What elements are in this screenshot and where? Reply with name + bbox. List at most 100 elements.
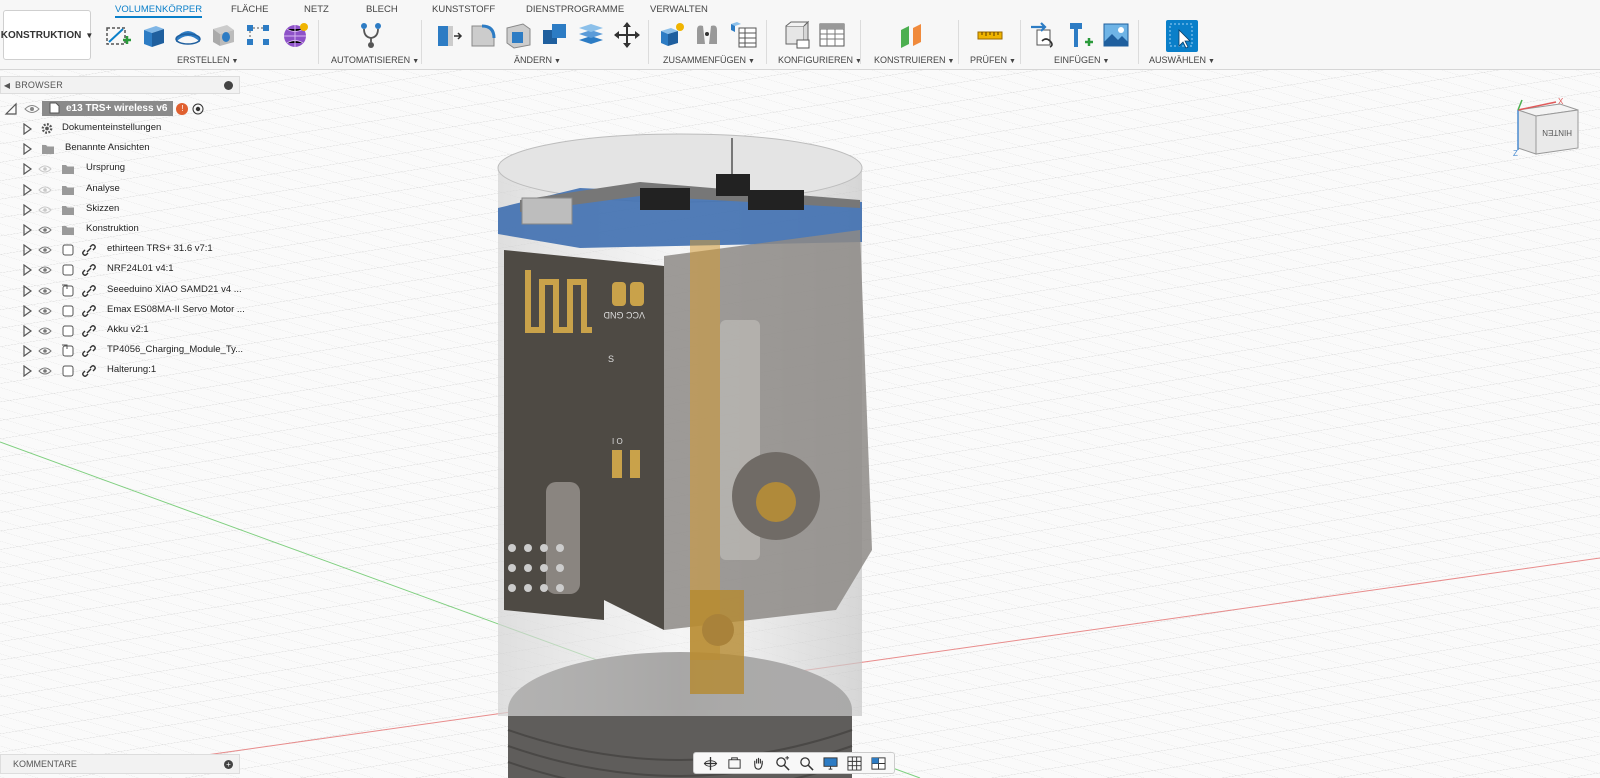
expand-triangle-icon[interactable] bbox=[21, 123, 33, 135]
tree-item-label: ethirteen TRS+ 31.6 v7:1 bbox=[107, 243, 213, 255]
workspace-dropdown[interactable]: KONSTRUKTION ▼ bbox=[1, 10, 93, 60]
component-icon bbox=[62, 305, 74, 317]
group-erstellen[interactable]: ERSTELLEN ▼ bbox=[177, 55, 238, 65]
folder-icon bbox=[62, 226, 74, 235]
group-konstruieren[interactable]: KONSTRUIEREN ▼ bbox=[874, 55, 954, 65]
tab-blech[interactable]: BLECH bbox=[366, 3, 398, 18]
measure-icon[interactable] bbox=[975, 20, 1005, 50]
extrude-icon[interactable] bbox=[138, 20, 168, 50]
group-konfigurieren[interactable]: KONFIGURIEREN ▼ bbox=[778, 55, 862, 65]
document-icon bbox=[49, 102, 60, 114]
automate-icon[interactable] bbox=[356, 20, 386, 50]
eye-icon[interactable] bbox=[38, 245, 52, 255]
eye-icon[interactable] bbox=[38, 346, 52, 356]
tree-expand-icon[interactable] bbox=[4, 102, 18, 116]
toolbar-separator bbox=[958, 20, 959, 64]
toolbar-separator bbox=[766, 20, 767, 64]
activate-radio-icon[interactable] bbox=[192, 103, 204, 115]
group-automatisieren[interactable]: AUTOMATISIEREN ▼ bbox=[331, 55, 419, 65]
expand-triangle-icon[interactable] bbox=[21, 203, 33, 216]
tab-netz[interactable]: NETZ bbox=[304, 3, 329, 18]
warning-badge-icon[interactable]: ! bbox=[176, 102, 189, 115]
pattern-icon[interactable] bbox=[243, 20, 273, 50]
shell-icon[interactable] bbox=[503, 20, 533, 50]
tab-kunststoff[interactable]: KUNSTSTOFF bbox=[432, 3, 495, 18]
tree-item-label: Seeeduino XIAO SAMD21 v4 ... bbox=[107, 283, 242, 295]
bom-table-icon[interactable] bbox=[728, 20, 758, 50]
fillet-icon[interactable] bbox=[468, 20, 498, 50]
group-pruefen[interactable]: PRÜFEN ▼ bbox=[970, 55, 1016, 65]
eye-icon[interactable] bbox=[38, 306, 52, 316]
offset-face-icon[interactable] bbox=[576, 20, 606, 50]
eye-icon[interactable] bbox=[38, 265, 52, 275]
tab-flaeche[interactable]: FLÄCHE bbox=[231, 3, 268, 18]
eye-icon[interactable] bbox=[38, 326, 52, 336]
expand-triangle-icon[interactable] bbox=[21, 183, 33, 196]
eye-icon[interactable] bbox=[38, 286, 52, 296]
group-einfuegen[interactable]: EINFÜGEN ▼ bbox=[1054, 55, 1109, 65]
browser-root-item[interactable]: e13 TRS+ wireless v6 ! bbox=[0, 100, 204, 117]
add-comment-icon[interactable]: + bbox=[224, 759, 233, 769]
browser-options-icon[interactable] bbox=[224, 80, 233, 90]
configuration-table-icon[interactable] bbox=[817, 20, 847, 50]
hole-icon[interactable] bbox=[208, 20, 238, 50]
collapse-icon[interactable]: ◀ bbox=[1, 81, 13, 90]
new-component-icon[interactable] bbox=[657, 20, 687, 50]
insert-derive-icon[interactable] bbox=[1029, 20, 1059, 50]
configure-icon[interactable] bbox=[781, 20, 811, 50]
expand-triangle-icon[interactable] bbox=[21, 345, 33, 358]
eye-icon[interactable] bbox=[38, 225, 52, 235]
eye-icon[interactable] bbox=[24, 103, 40, 115]
tree-item-label: Akku v2:1 bbox=[107, 324, 149, 335]
eye-icon[interactable] bbox=[38, 205, 52, 215]
offset-plane-icon[interactable] bbox=[896, 20, 926, 50]
browser-panel-header[interactable]: ◀ BROWSER bbox=[0, 76, 240, 94]
tab-verwalten[interactable]: VERWALTEN bbox=[650, 3, 708, 18]
eye-icon[interactable] bbox=[38, 164, 52, 174]
move-icon[interactable] bbox=[612, 20, 642, 50]
zoom-icon[interactable] bbox=[774, 755, 790, 771]
toolbar-separator bbox=[860, 20, 861, 64]
group-aendern[interactable]: ÄNDERN ▼ bbox=[514, 55, 561, 65]
joint-icon[interactable] bbox=[692, 20, 722, 50]
link-icon bbox=[82, 325, 96, 337]
comments-panel[interactable]: KOMMENTARE + bbox=[0, 754, 240, 774]
expand-triangle-icon[interactable] bbox=[21, 143, 33, 156]
eye-icon[interactable] bbox=[38, 185, 52, 195]
expand-triangle-icon[interactable] bbox=[21, 284, 33, 297]
expand-triangle-icon[interactable] bbox=[21, 365, 33, 378]
model-assembly[interactable]: VCC GND S I O bbox=[497, 133, 872, 778]
form-icon[interactable] bbox=[280, 20, 310, 50]
pan-icon[interactable] bbox=[750, 755, 766, 771]
ground-grid: VCC GND S I O bbox=[0, 70, 1600, 778]
press-pull-icon[interactable] bbox=[433, 20, 463, 50]
view-cube[interactable]: X Z HINTEN bbox=[1512, 96, 1584, 164]
select-icon[interactable] bbox=[1166, 20, 1198, 52]
group-auswaehlen[interactable]: AUSWÄHLEN ▼ bbox=[1149, 55, 1215, 65]
expand-triangle-icon[interactable] bbox=[21, 325, 33, 337]
eye-icon[interactable] bbox=[38, 366, 52, 376]
viewports-icon[interactable] bbox=[870, 755, 886, 771]
grid-settings-icon[interactable] bbox=[846, 755, 862, 771]
expand-triangle-icon[interactable] bbox=[21, 244, 33, 257]
revolve-icon[interactable] bbox=[173, 20, 203, 50]
expand-triangle-icon[interactable] bbox=[21, 224, 33, 236]
combine-icon[interactable] bbox=[540, 20, 570, 50]
expand-triangle-icon[interactable] bbox=[21, 264, 33, 277]
3d-viewport[interactable]: VCC GND S I O bbox=[0, 70, 1600, 778]
insert-canvas-icon[interactable] bbox=[1101, 20, 1131, 50]
fit-icon[interactable] bbox=[798, 755, 814, 771]
tab-dienstprogramme[interactable]: DIENSTPROGRAMME bbox=[526, 3, 624, 18]
expand-triangle-icon[interactable] bbox=[21, 304, 33, 317]
create-sketch-icon[interactable] bbox=[103, 20, 133, 50]
expand-triangle-icon[interactable] bbox=[21, 163, 33, 176]
tab-volumenkoerper[interactable]: VOLUMENKÖRPER bbox=[115, 3, 203, 18]
root-component-label[interactable]: e13 TRS+ wireless v6 bbox=[42, 101, 174, 116]
look-at-icon[interactable] bbox=[726, 755, 742, 771]
orbit-icon[interactable] bbox=[702, 755, 718, 771]
tree-item-label: Skizzen bbox=[86, 202, 120, 214]
display-settings-icon[interactable] bbox=[822, 755, 838, 771]
insert-mcmaster-icon[interactable] bbox=[1065, 20, 1095, 50]
pcb-silkscreen-io: I O bbox=[612, 437, 623, 446]
group-zusammenfuegen[interactable]: ZUSAMMENFÜGEN ▼ bbox=[663, 55, 755, 65]
